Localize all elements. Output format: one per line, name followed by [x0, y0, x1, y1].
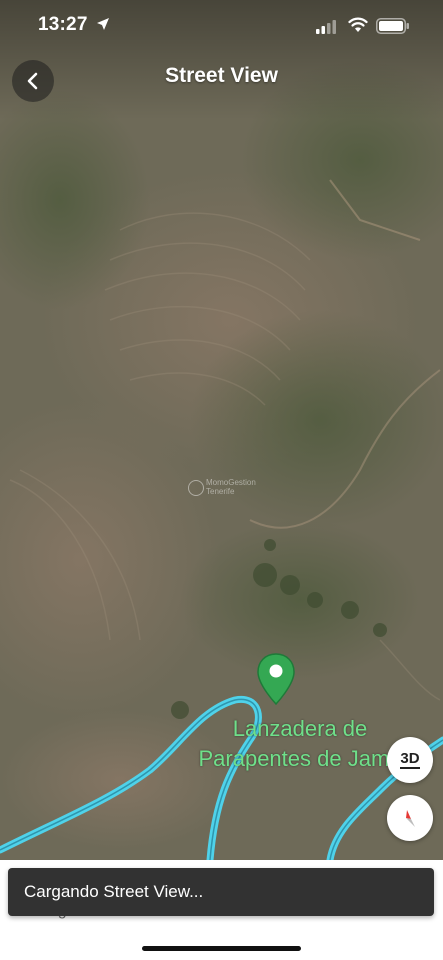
loading-toast: Cargando Street View... — [8, 868, 434, 916]
home-indicator[interactable] — [142, 946, 301, 951]
watermark-logo — [188, 480, 204, 496]
wifi-icon — [348, 17, 368, 38]
status-time: 13:27 — [38, 14, 88, 35]
page-title: Street View — [165, 64, 278, 87]
3d-label: 3D — [400, 750, 420, 769]
status-bar: 13:27 — [0, 0, 443, 52]
watermark-line2: Tenerife — [206, 487, 235, 496]
cellular-signal-icon — [316, 20, 336, 39]
location-arrow-icon — [96, 17, 110, 36]
3d-toggle-button[interactable]: 3D — [387, 737, 433, 783]
watermark-line1: MomoGestion — [206, 478, 256, 487]
toast-message: Cargando Street View... — [24, 882, 204, 901]
battery-icon — [376, 18, 410, 39]
satellite-map[interactable]: MomoGestion Tenerife Lanzadera de Parape… — [0, 0, 443, 960]
compass-icon — [406, 810, 415, 827]
compass-button[interactable] — [387, 795, 433, 841]
